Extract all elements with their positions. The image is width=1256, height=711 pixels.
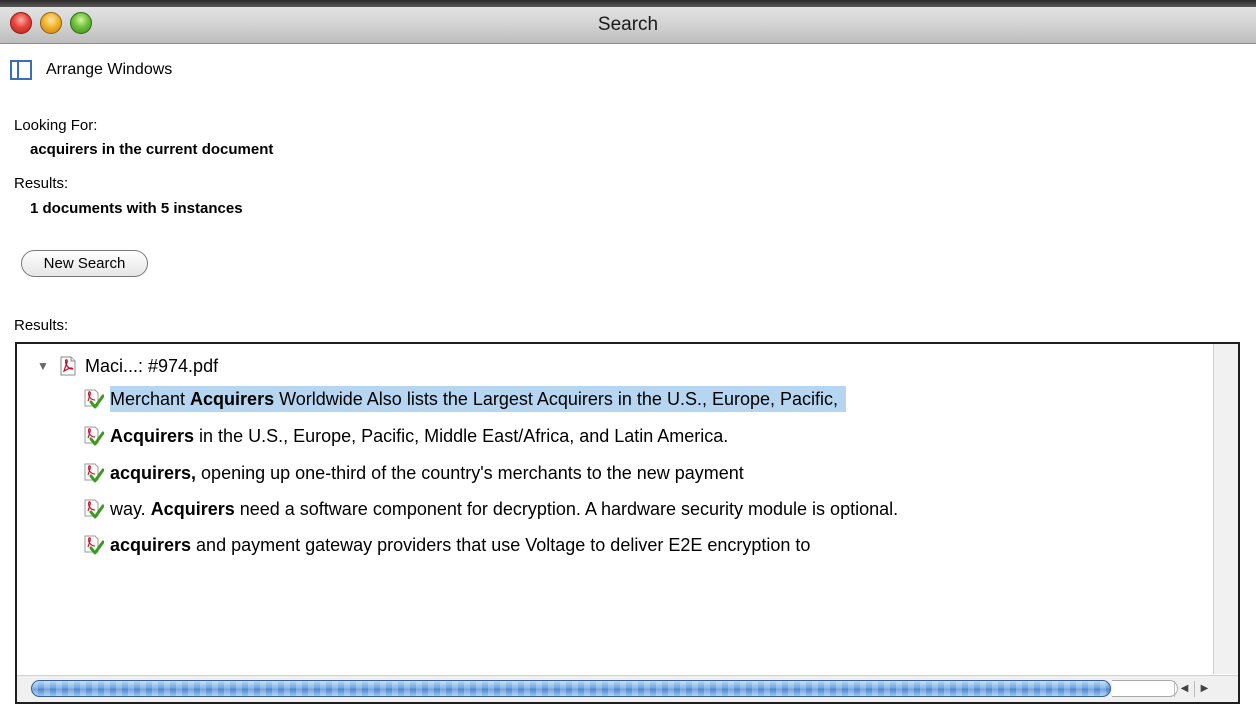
window-title: Search (597, 14, 659, 35)
search-hit-row[interactable]: acquirers and payment gateway providers … (84, 532, 811, 558)
results-list[interactable]: ▼ Maci...: #974.pdf Merchant Acquirers W… (15, 342, 1240, 704)
hit-match: Acquirers (150, 498, 235, 519)
arrange-windows-icon (10, 60, 32, 80)
arrange-windows-button[interactable]: Arrange Windows (10, 57, 172, 83)
search-hit-row[interactable]: acquirers, opening up one-third of the c… (84, 460, 744, 486)
search-hit-icon (84, 426, 104, 446)
horizontal-scroll-track-end (1112, 680, 1178, 697)
arrange-windows-label: Arrange Windows (46, 61, 173, 78)
document-name: Maci...: #974.pdf (85, 355, 219, 376)
disclosure-triangle-icon[interactable]: ▼ (37, 359, 51, 373)
search-hit-row[interactable]: way. Acquirers need a software component… (84, 496, 899, 522)
hit-match: acquirers, (110, 462, 197, 483)
pdf-document-icon (60, 356, 76, 376)
results-list-label: Results: (14, 317, 69, 334)
search-hit-icon (84, 535, 104, 555)
hit-context-after: in the U.S., Europe, Pacific, Middle Eas… (194, 425, 729, 446)
search-hit-icon (84, 499, 104, 519)
hit-context-after: opening up one-third of the country's me… (196, 462, 744, 483)
scroll-right-arrow-icon[interactable]: ▶ (1194, 681, 1214, 697)
search-hit-row[interactable]: Acquirers in the U.S., Europe, Pacific, … (84, 423, 729, 449)
new-search-button[interactable]: New Search (21, 250, 148, 277)
search-hit-row[interactable]: Merchant Acquirers Worldwide Also lists … (84, 386, 847, 412)
search-hit-icon (84, 389, 104, 409)
hit-context-before: way. (110, 498, 151, 519)
hit-context-after: and payment gateway providers that use V… (191, 534, 811, 555)
horizontal-scroll-thumb[interactable] (31, 680, 1111, 697)
title-bar-top-strip (0, 0, 1256, 7)
hit-context-after: need a software component for decryption… (234, 498, 899, 519)
hit-context-after: Worldwide Also lists the Largest Acquire… (274, 388, 839, 409)
title-bar: Search (0, 0, 1256, 44)
vertical-scrollbar[interactable] (1213, 344, 1238, 674)
hit-context-before: Merchant (110, 388, 191, 409)
looking-for-value: acquirers in the current document (30, 141, 274, 158)
horizontal-scrollbar[interactable]: ◀ ▶ (17, 675, 1238, 702)
results-summary-label: Results: (14, 175, 69, 192)
horizontal-scroll-arrows: ◀ ▶ (1174, 681, 1214, 697)
hit-match: Acquirers (110, 425, 195, 446)
document-node[interactable]: ▼ Maci...: #974.pdf (37, 354, 218, 378)
looking-for-label: Looking For: (14, 117, 98, 134)
results-summary-value: 1 documents with 5 instances (30, 200, 243, 217)
hit-match: Acquirers (190, 388, 275, 409)
scroll-left-arrow-icon[interactable]: ◀ (1174, 681, 1194, 697)
hit-match: acquirers (110, 534, 192, 555)
search-hit-icon (84, 463, 104, 483)
